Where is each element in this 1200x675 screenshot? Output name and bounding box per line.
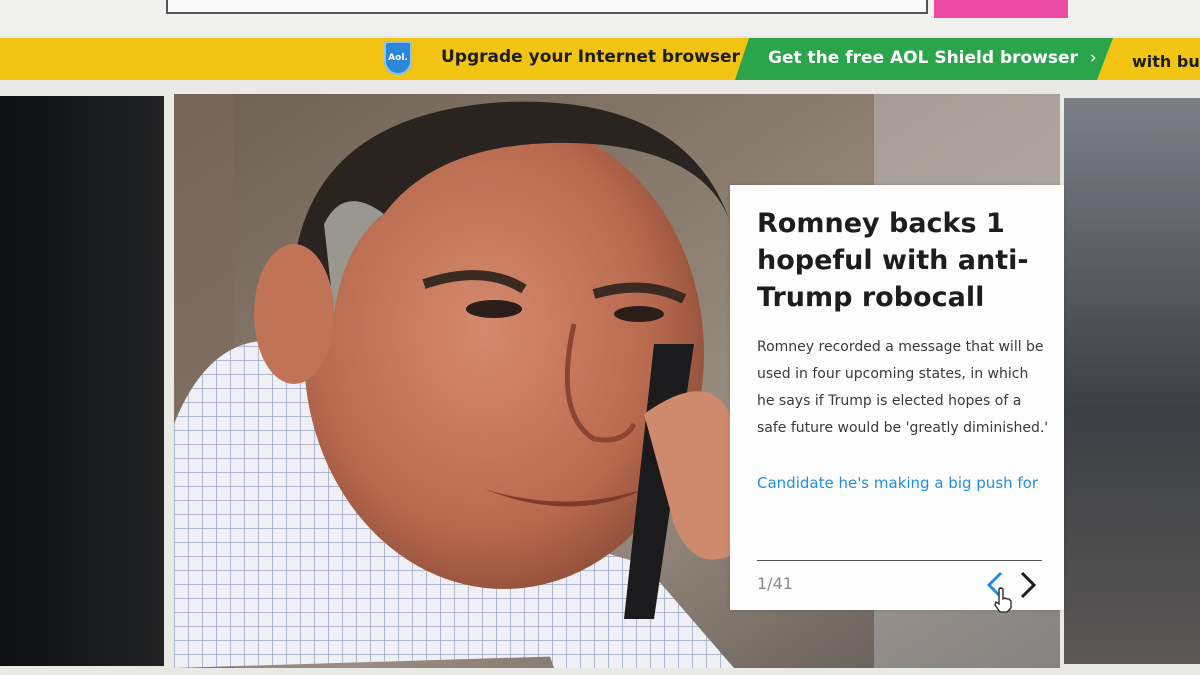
slide-summary: Romney recorded a message that will be u… <box>757 339 1049 436</box>
next-slide-preview[interactable] <box>1064 98 1200 664</box>
chevron-right-icon: › <box>1089 48 1097 68</box>
card-divider <box>757 560 1042 561</box>
banner-tail-text: with bu <box>1132 52 1200 71</box>
top-strip <box>0 0 1200 36</box>
slide-card: Romney backs 1 hopeful with anti-Trump r… <box>730 185 1064 613</box>
get-aol-shield-label: Get the free AOL Shield browser <box>768 48 1078 68</box>
chevron-right-icon[interactable] <box>1017 570 1039 600</box>
slide-title[interactable]: Romney backs 1 hopeful with anti-Trump r… <box>757 205 1047 316</box>
search-input[interactable] <box>166 0 928 14</box>
previous-slide-preview[interactable] <box>0 96 164 666</box>
related-story-link[interactable]: Candidate he's making a big push for <box>757 472 1047 494</box>
hand-cursor-icon <box>993 587 1013 613</box>
browser-upgrade-banner: Aol. Upgrade your Internet browser Get t… <box>0 38 1200 80</box>
upgrade-browser-text: Upgrade your Internet browser <box>441 47 740 67</box>
search-button[interactable] <box>934 0 1068 18</box>
aol-shield-logo: Aol. <box>384 41 412 75</box>
get-aol-shield-button[interactable]: Get the free AOL Shield browser › <box>735 38 1113 80</box>
slide-counter: 1/41 <box>757 574 793 593</box>
